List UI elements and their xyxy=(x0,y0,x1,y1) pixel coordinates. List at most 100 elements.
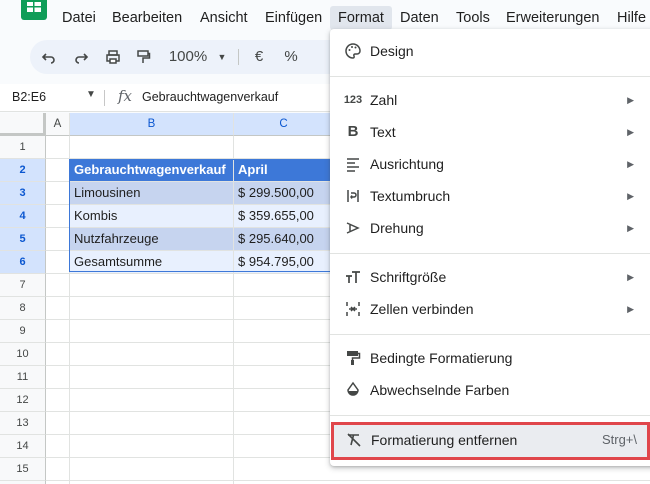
undo-icon[interactable] xyxy=(38,40,60,74)
menu-hilfe[interactable]: Hilfe xyxy=(617,9,646,27)
row-header[interactable]: 2 xyxy=(0,159,46,182)
menu-item-ausrichtung[interactable]: Ausrichtung ▶ xyxy=(330,148,650,180)
percent-button[interactable]: % xyxy=(282,40,300,74)
table-cell[interactable]: $ 295.640,00 xyxy=(234,228,334,250)
format-menu-dropdown: Design 123 Zahl ▶ B Text ▶ Ausrichtung ▶… xyxy=(330,29,650,466)
menu-divider xyxy=(330,76,650,77)
menu-item-abwechselnde-farben[interactable]: Abwechselnde Farben xyxy=(330,374,650,406)
menu-item-label: Zellen verbinden xyxy=(370,301,474,317)
menu-item-label: Textumbruch xyxy=(370,188,451,204)
submenu-arrow-icon: ▶ xyxy=(627,191,634,201)
column-header-c[interactable]: C xyxy=(234,113,334,136)
table-cell[interactable]: Limousinen xyxy=(70,182,233,204)
select-all-corner[interactable] xyxy=(0,113,46,136)
clear-format-icon xyxy=(345,431,363,449)
row-header[interactable]: 4 xyxy=(0,205,46,228)
menu-item-schriftgroesse[interactable]: Schriftgröße ▶ xyxy=(330,261,650,293)
menu-item-label: Abwechselnde Farben xyxy=(370,382,510,398)
paint-format-icon[interactable] xyxy=(132,40,154,74)
merge-icon xyxy=(344,300,362,318)
row-header[interactable]: 11 xyxy=(0,366,46,389)
menu-item-bedingte-formatierung[interactable]: Bedingte Formatierung xyxy=(330,342,650,374)
menu-item-label: Text xyxy=(370,124,396,140)
rotate-icon xyxy=(344,219,362,237)
menu-item-label: Bedingte Formatierung xyxy=(370,350,513,366)
row-header[interactable]: 3 xyxy=(0,182,46,205)
shortcut-label: Strg+\ xyxy=(601,432,637,447)
menu-item-zellen-verbinden[interactable]: Zellen verbinden ▶ xyxy=(330,293,650,325)
menu-item-label: Schriftgröße xyxy=(370,269,447,285)
spreadsheet-app: Datei Bearbeiten Ansicht Einfügen Format… xyxy=(0,0,650,484)
grid-line xyxy=(46,480,650,481)
menu-item-label: Zahl xyxy=(370,92,398,108)
row-header[interactable]: 7 xyxy=(0,274,46,297)
submenu-arrow-icon: ▶ xyxy=(627,304,634,314)
menu-item-formatierung-entfernen[interactable]: Formatierung entfernen Strg+\ xyxy=(331,422,650,460)
redo-icon[interactable] xyxy=(70,40,92,74)
chevron-down-icon[interactable]: ▼ xyxy=(216,40,228,74)
menu-bearbeiten[interactable]: Bearbeiten xyxy=(112,9,182,27)
menu-item-label: Design xyxy=(370,43,414,59)
number-format-icon: 123 xyxy=(343,94,363,106)
name-box-dropdown-icon[interactable]: ▼ xyxy=(86,89,96,100)
menu-daten[interactable]: Daten xyxy=(400,9,439,27)
currency-button[interactable]: € xyxy=(250,40,268,74)
toolbar-divider xyxy=(238,49,239,65)
menu-item-drehung[interactable]: Drehung ▶ xyxy=(330,212,650,244)
table-cell[interactable]: $ 954.795,00 xyxy=(234,251,334,273)
menu-item-zahl[interactable]: 123 Zahl ▶ xyxy=(330,84,650,116)
menu-ansicht[interactable]: Ansicht xyxy=(200,9,248,27)
menu-divider xyxy=(330,334,650,335)
fx-icon: fx xyxy=(118,87,133,105)
row-header[interactable]: 9 xyxy=(0,320,46,343)
menu-item-label: Drehung xyxy=(370,220,424,236)
table-header-cell[interactable]: Gebrauchtwagenverkauf xyxy=(70,159,233,181)
menu-item-design[interactable]: Design xyxy=(330,35,650,67)
submenu-arrow-icon: ▶ xyxy=(627,95,634,105)
submenu-arrow-icon: ▶ xyxy=(627,272,634,282)
row-header[interactable]: 15 xyxy=(0,458,46,481)
submenu-arrow-icon: ▶ xyxy=(627,127,634,137)
menu-einfuegen[interactable]: Einfügen xyxy=(265,9,322,27)
row-header[interactable]: 5 xyxy=(0,228,46,251)
menu-divider xyxy=(330,415,650,416)
table-header-cell[interactable]: April xyxy=(234,159,334,181)
submenu-arrow-icon: ▶ xyxy=(627,223,634,233)
font-size-icon xyxy=(344,268,362,286)
menu-item-label: Ausrichtung xyxy=(370,156,444,172)
table-cell[interactable]: Nutzfahrzeuge xyxy=(70,228,233,250)
wrap-icon xyxy=(344,187,362,205)
palette-icon xyxy=(344,42,362,60)
column-header-b[interactable]: B xyxy=(70,113,234,136)
paint-roller-icon xyxy=(344,349,362,367)
row-header[interactable]: 14 xyxy=(0,435,46,458)
row-header[interactable]: 13 xyxy=(0,412,46,435)
row-header[interactable]: 1 xyxy=(0,136,46,159)
menu-format[interactable]: Format xyxy=(330,6,392,30)
column-header-a[interactable]: A xyxy=(46,113,70,136)
menu-item-label: Formatierung entfernen xyxy=(371,432,518,448)
menu-divider xyxy=(330,253,650,254)
print-icon[interactable] xyxy=(102,40,124,74)
table-cell[interactable]: $ 299.500,00 xyxy=(234,182,334,204)
row-header[interactable]: 8 xyxy=(0,297,46,320)
table-cell[interactable]: Kombis xyxy=(70,205,233,227)
formula-bar-divider xyxy=(104,90,105,106)
formula-input[interactable]: Gebrauchtwagenverkauf xyxy=(142,90,278,104)
menu-erweiterungen[interactable]: Erweiterungen xyxy=(506,9,600,27)
row-header[interactable]: 6 xyxy=(0,251,46,274)
zoom-select[interactable]: 100% xyxy=(166,40,210,74)
menu-item-textumbruch[interactable]: Textumbruch ▶ xyxy=(330,180,650,212)
menu-tools[interactable]: Tools xyxy=(456,9,490,27)
submenu-arrow-icon: ▶ xyxy=(627,159,634,169)
row-header[interactable]: 10 xyxy=(0,343,46,366)
table-cell[interactable]: Gesamtsumme xyxy=(70,251,233,273)
menu-item-text[interactable]: B Text ▶ xyxy=(330,116,650,148)
table-cell[interactable]: $ 359.655,00 xyxy=(234,205,334,227)
menu-datei[interactable]: Datei xyxy=(62,9,96,27)
name-box[interactable]: B2:E6 xyxy=(12,90,46,104)
row-header[interactable]: 12 xyxy=(0,389,46,412)
sheets-logo-icon[interactable] xyxy=(21,0,47,20)
bold-icon: B xyxy=(347,123,359,140)
drop-icon xyxy=(344,381,362,399)
